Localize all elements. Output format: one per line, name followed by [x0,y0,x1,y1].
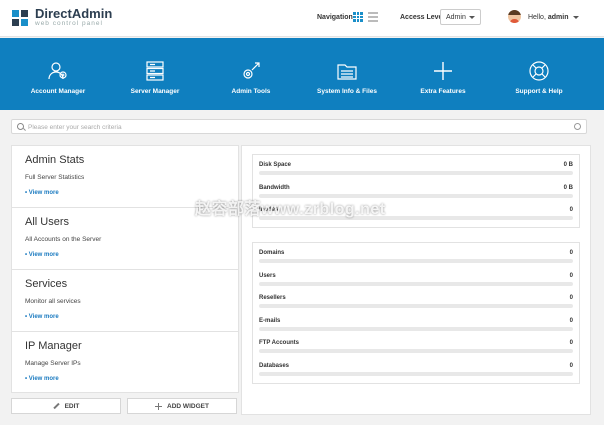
access-level-label: Access Level [400,14,445,21]
widget-ip-manager: IP Manager Manage Server IPs • View more [12,332,238,394]
stats-panel: Disk Space 0 B Bandwidth 0 B Inodes 0 Do… [241,145,591,415]
progress-bar [259,349,573,353]
view-more-link[interactable]: • View more [25,376,59,382]
gear-icon[interactable] [574,123,581,130]
edit-button[interactable]: EDIT [11,398,121,414]
view-more-link[interactable]: • View more [25,190,59,196]
username: admin [547,14,569,21]
menu-item-account-manager[interactable]: Account Manager [18,60,98,95]
lifebuoy-icon [529,61,549,81]
widget-description: Monitor all services [25,298,81,305]
progress-bar [259,171,573,175]
user-menu[interactable]: Hello, admin [528,14,580,21]
avatar[interactable] [508,10,521,23]
stat-databases: Databases 0 [259,356,573,379]
logo[interactable]: DirectAdmin web control panel [10,7,112,28]
stat-disk-space: Disk Space 0 B [259,155,573,178]
counts-card: Domains 0 Users 0 Resellers 0 E-mails 0 … [252,242,580,384]
widget-list: Admin Stats Full Server Statistics • Vie… [11,145,239,393]
top-header: DirectAdmin web control panel Navigation… [0,0,604,37]
plus-icon [155,402,163,410]
widget-services: Services Monitor all services • View mor… [12,270,238,332]
directadmin-logo-icon [12,9,28,26]
widget-description: Manage Server IPs [25,360,81,367]
navigation-label: Navigation [317,14,353,21]
view-more-link[interactable]: • View more [25,252,59,258]
widget-title: Services [25,278,68,290]
progress-bar [259,259,573,263]
main-menu: Account Manager Server Manager Admin Too… [0,38,604,110]
folder-icon [337,64,357,80]
progress-bar [259,304,573,308]
chevron-down-icon [469,15,475,19]
add-widget-button[interactable]: ADD WIDGET [127,398,237,414]
search-bar[interactable] [11,119,587,134]
search-icon [17,123,24,130]
users-icon [48,62,67,80]
widget-description: Full Server Statistics [25,174,85,181]
search-input[interactable] [28,122,548,132]
progress-bar [259,281,573,286]
menu-item-admin-tools[interactable]: Admin Tools [211,60,291,95]
chevron-down-icon [573,16,580,19]
widget-title: Admin Stats [25,154,85,166]
grid-view-icon[interactable] [353,12,363,22]
menu-item-system-info[interactable]: System Info & Files [307,60,387,95]
stat-ftp-accounts: FTP Accounts 0 [259,333,573,356]
progress-bar [259,326,573,331]
plus-icon [434,62,452,80]
logo-title: DirectAdmin [35,6,113,21]
stat-users: Users 0 [259,266,573,289]
widget-title: IP Manager [25,340,82,352]
stat-domains: Domains 0 [259,243,573,266]
tools-icon [243,62,260,79]
server-icon [146,61,164,81]
widget-description: All Accounts on the Server [25,236,102,243]
menu-item-extra-features[interactable]: Extra Features [403,60,483,95]
menu-item-support-help[interactable]: Support & Help [499,60,579,95]
stat-resellers: Resellers 0 [259,288,573,311]
access-level-select[interactable]: Admin [440,9,481,25]
progress-bar [259,371,573,376]
logo-subtitle: web control panel [35,20,103,27]
pencil-icon [52,402,60,410]
access-level-value: Admin [446,13,466,21]
greeting-text: Hello, [528,14,546,21]
view-more-link[interactable]: • View more [25,314,59,320]
watermark: 赵容部落www.zrblog.net [195,201,386,218]
menu-item-server-manager[interactable]: Server Manager [115,60,195,95]
list-view-icon[interactable] [368,12,378,22]
stat-emails: E-mails 0 [259,311,573,334]
